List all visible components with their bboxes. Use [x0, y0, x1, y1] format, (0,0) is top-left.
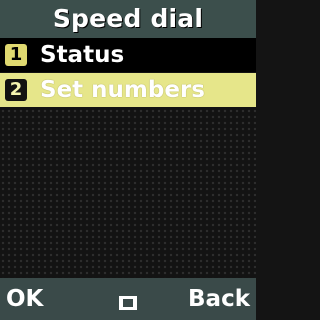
back-softkey[interactable]: Back: [188, 278, 250, 320]
ok-softkey[interactable]: OK: [6, 278, 43, 320]
number-badge: 1: [5, 44, 27, 66]
menu-item-set-numbers[interactable]: 2 Set numbers: [0, 73, 256, 107]
menu-item-label: Set numbers: [40, 77, 205, 103]
menu-item-label: Status: [40, 42, 125, 68]
softkey-bar: OK Back: [0, 278, 256, 320]
phone-screen: Speed dial 1 Status 2 Set numbers OK Bac…: [0, 0, 256, 320]
menu-square-icon[interactable]: [118, 291, 138, 310]
menu-list: 1 Status 2 Set numbers: [0, 38, 256, 108]
number-badge: 2: [5, 79, 27, 101]
page-title: Speed dial: [0, 0, 256, 38]
menu-item-status[interactable]: 1 Status: [0, 38, 256, 72]
